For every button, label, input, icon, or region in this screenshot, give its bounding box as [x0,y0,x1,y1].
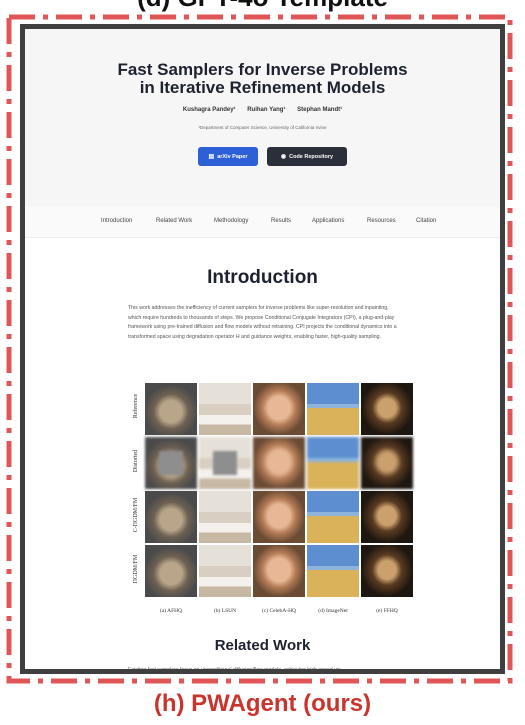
related-work-heading: Related Work [214,637,311,654]
nav-results[interactable]: Results [271,218,291,224]
bedroom-photo [199,545,251,597]
bedroom-photo [199,437,251,489]
wheat-field-photo [307,383,359,435]
author-name: Kushagra Pandey¹ [182,107,236,113]
face-photo [253,437,305,489]
related-work-paragraph: Existing fast samplers focus on uncondit… [128,667,341,673]
code-button-label: Code Repository [289,153,334,160]
face-photo [253,491,305,543]
row-label: Reference [133,393,139,419]
introduction-heading: Introduction [207,267,318,288]
masked-face-photo [361,437,413,489]
row-label: Distorted [133,449,139,473]
masked-face-photo [361,383,413,435]
bottom-caption: (h) PWAgent (ours) [153,690,372,717]
column-label: (d) ImageNet [318,608,348,614]
author-name: Stephan Mandt¹ [297,107,343,113]
arxiv-paper-button[interactable]: ▤ arXiv Paper [198,147,258,166]
column-label: (e) FFHQ [376,608,398,614]
cat-photo [145,437,197,489]
row-label: ΠGDM/FM [133,554,139,584]
wheat-field-photo [307,545,359,597]
nav-applications[interactable]: Applications [312,218,344,224]
section-nav: Introduction Related Work Methodology Re… [25,207,500,238]
bedroom-photo [199,491,251,543]
nav-related-work[interactable]: Related Work [156,218,192,224]
bedroom-photo [199,383,251,435]
title-line-2: in Iterative Refinement Models [139,78,386,97]
document-icon: ▤ [208,154,215,160]
cat-photo [145,491,197,543]
column-label: (b) LSUN [213,608,237,614]
page-title: Fast Samplers for Inverse Problems in It… [25,61,500,97]
introduction-paragraph: This work addresses the inefficiency of … [128,305,397,340]
results-figure: Reference Distorted C-ΠGDM/FM ΠGDM/FM (a… [128,381,415,621]
code-repository-button[interactable]: ◉ Code Repository [267,147,347,166]
cat-photo [145,545,197,597]
wheat-field-photo [307,437,359,489]
column-label: (c) CelebA-HQ [261,608,297,614]
inpainting-mask [159,451,183,475]
hero-section: Fast Samplers for Inverse Problems in It… [25,29,500,207]
row-label: C-ΠGDM/FM [133,497,139,533]
author-name: Ruihan Yang¹ [247,107,286,113]
masked-face-photo [361,545,413,597]
face-photo [253,383,305,435]
top-caption: (d) GPT-4o Template [0,0,525,10]
arxiv-button-label: arXiv Paper [217,153,248,160]
face-photo [253,545,305,597]
column-label: (a) AFHQ [159,608,183,614]
masked-face-photo [361,491,413,543]
affiliation: ¹Department of Computer Science, Univers… [198,125,327,130]
nav-introduction[interactable]: Introduction [101,218,132,224]
author-list: Kushagra Pandey¹ Ruihan Yang¹ Stephan Ma… [25,107,500,113]
inpainting-mask [213,451,237,475]
website-screenshot: Fast Samplers for Inverse Problems in It… [20,24,505,674]
nav-citation[interactable]: Citation [416,218,436,224]
title-line-1: Fast Samplers for Inverse Problems [117,60,408,79]
github-icon: ◉ [280,154,287,160]
wheat-field-photo [307,491,359,543]
cat-photo [145,383,197,435]
nav-methodology[interactable]: Methodology [214,218,248,224]
nav-resources[interactable]: Resources [367,218,396,224]
